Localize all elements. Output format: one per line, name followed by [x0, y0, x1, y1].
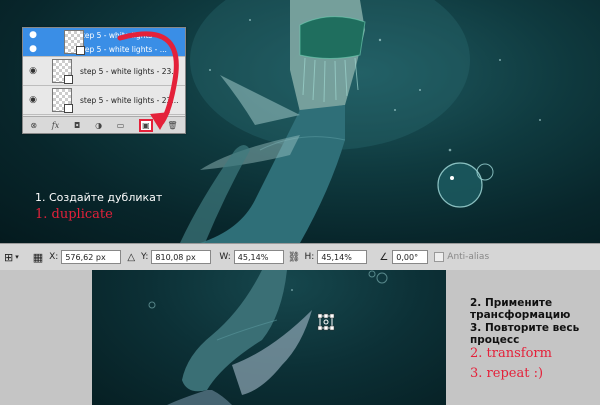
height-input[interactable]: 45,14%	[317, 250, 368, 264]
angle-unit: °	[414, 253, 419, 262]
top-canvas-scene: ● step 5 - white lights - ... ● step 5 -…	[0, 0, 600, 243]
y-label: Y:	[141, 252, 149, 262]
delta-icon[interactable]: △	[127, 252, 135, 263]
step1-caption-en: 1. duplicate	[35, 207, 113, 222]
antialias-checkbox[interactable]	[434, 252, 445, 262]
transform-options-bar: ⊞ ▾ ▦ X: 576,62 px △ Y: 810,08 px W: 45,…	[0, 243, 600, 271]
mermaid-tail-illustration	[148, 270, 388, 405]
h-label: H:	[304, 252, 315, 262]
step2-caption-ru: 2. Примените трансформацию	[470, 297, 571, 321]
bottom-canvas-scene	[92, 270, 446, 405]
step1-caption-ru: 1. Создайте дубликат	[35, 191, 163, 204]
angle-icon: ∠	[379, 251, 389, 263]
chevron-down-icon[interactable]: ▾	[15, 253, 19, 261]
y-position-input[interactable]: 810,08 px	[151, 250, 212, 264]
width-input[interactable]: 45,14%	[233, 250, 284, 264]
step3-caption-ru: 3. Повторите весь процесс	[470, 322, 580, 346]
reference-point-icon[interactable]: ⊞	[4, 251, 13, 264]
x-label: X:	[49, 252, 59, 262]
reference-grid-icon[interactable]: ▦	[33, 251, 43, 264]
angle-input[interactable]: 0,00°	[392, 250, 429, 264]
chain-link-icon[interactable]: ⛓	[288, 252, 301, 263]
step3-caption-en: 3. repeat :)	[470, 366, 544, 381]
x-position-input[interactable]: 576,62 px	[61, 250, 122, 264]
step2-caption-en: 2. transform	[470, 346, 552, 361]
angle-value: 0,00	[396, 253, 415, 262]
antialias-label: Anti-alias	[447, 252, 490, 262]
w-label: W:	[219, 252, 231, 262]
